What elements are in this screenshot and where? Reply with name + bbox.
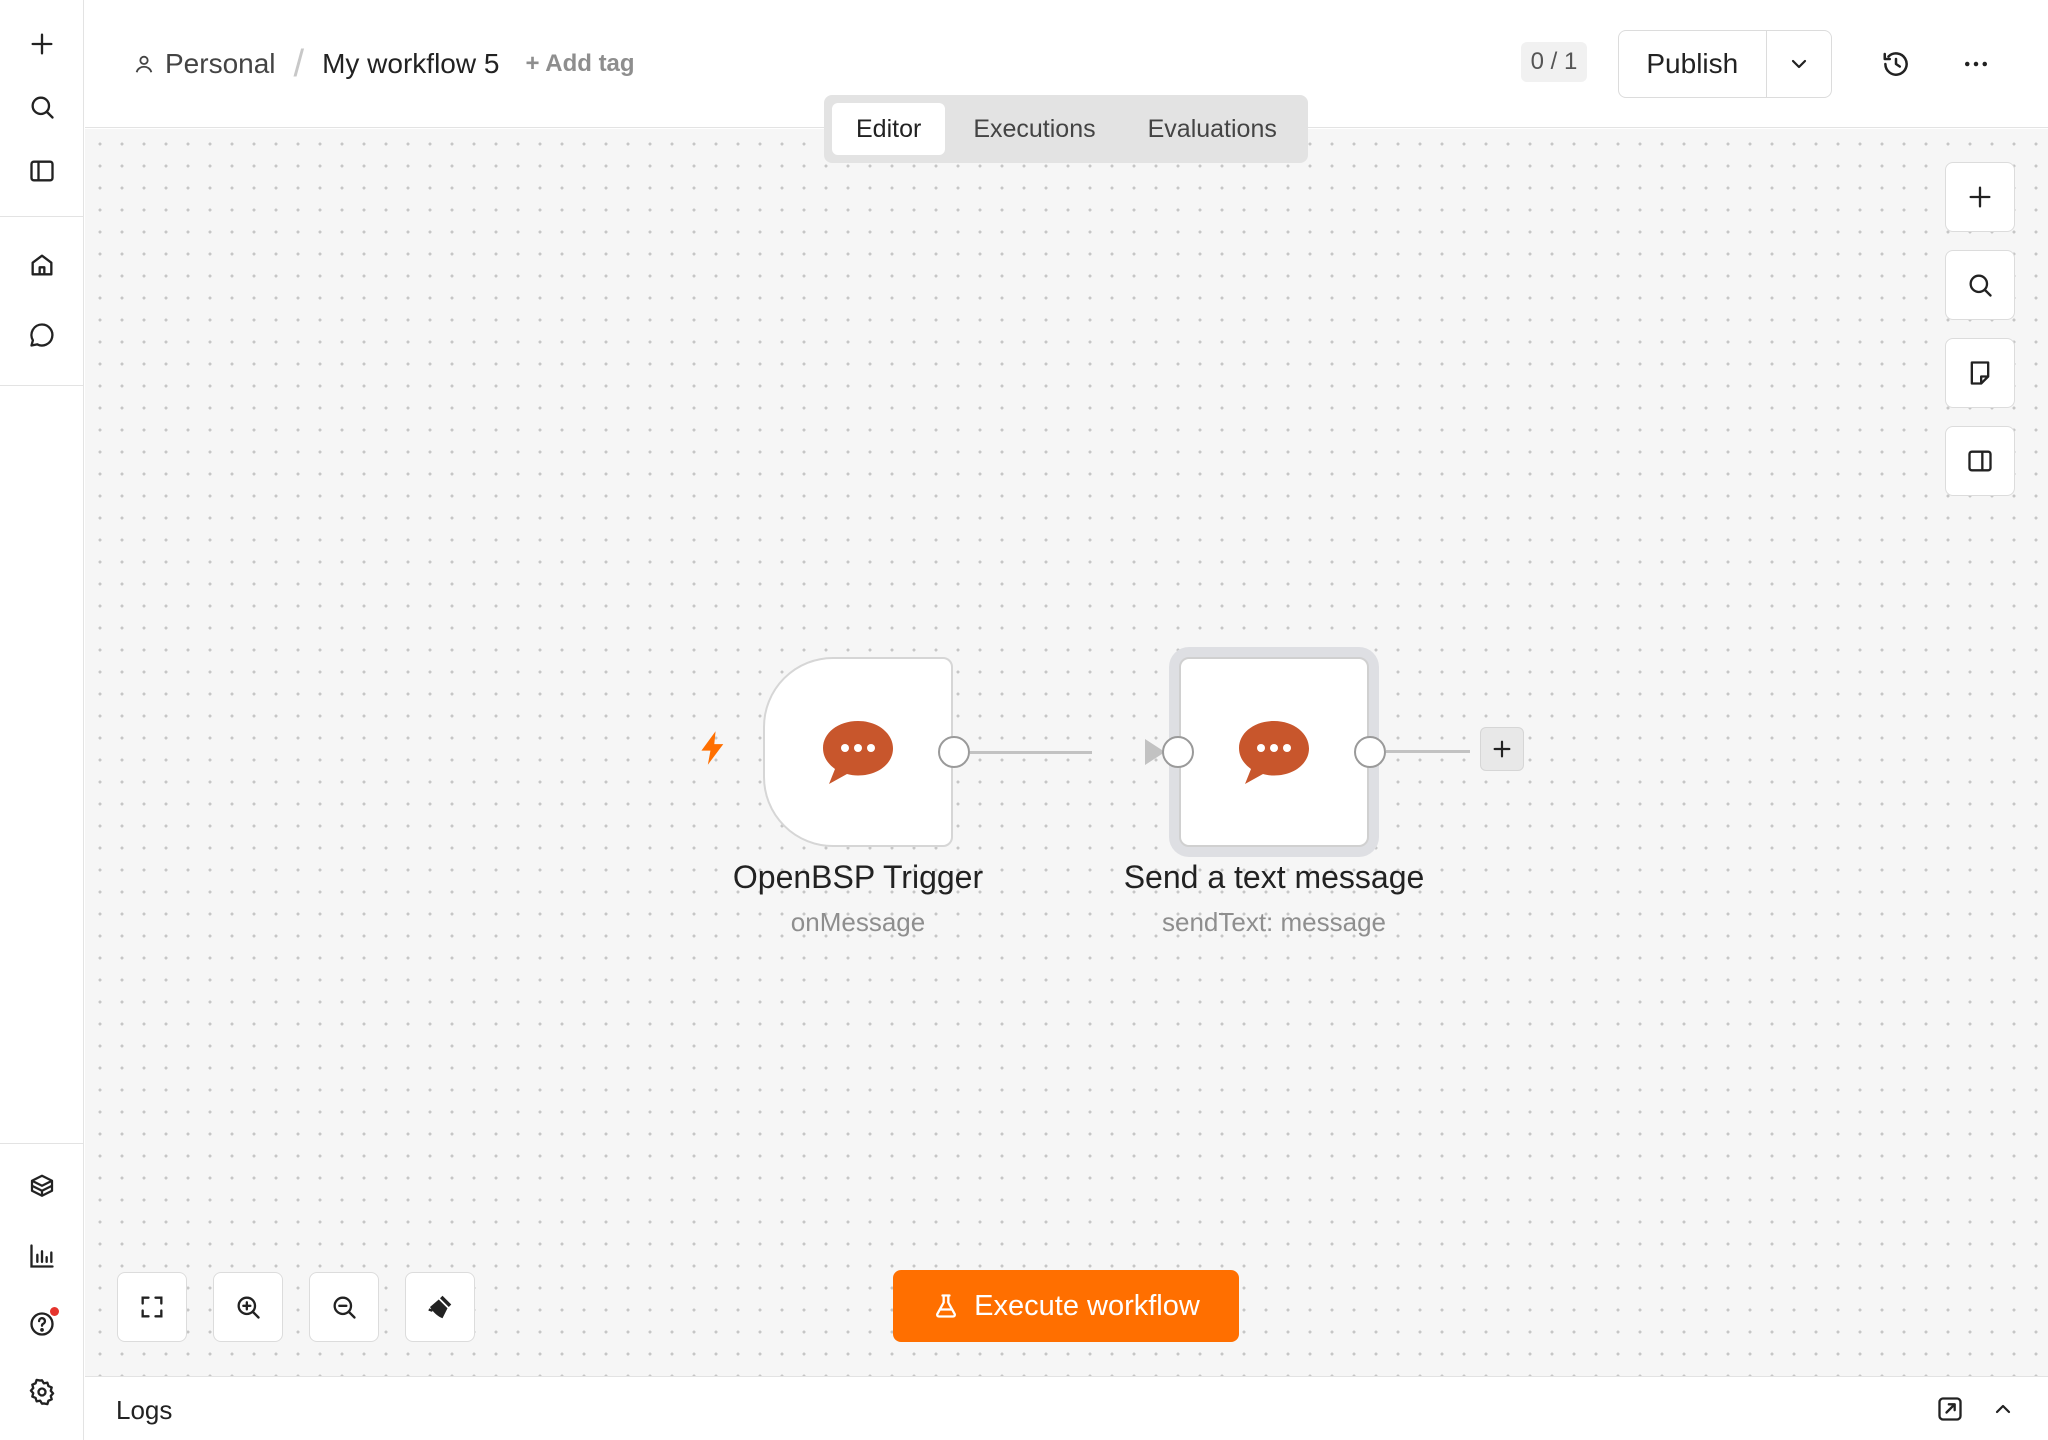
chevron-down-icon xyxy=(1791,59,1806,69)
publish-button-group: Publish xyxy=(1618,30,1832,98)
history-button[interactable] xyxy=(1872,40,1920,88)
publish-button[interactable]: Publish xyxy=(1619,31,1766,97)
chevron-up-icon xyxy=(1995,1404,2011,1414)
zoom-in-button[interactable] xyxy=(213,1272,283,1342)
more-horizontal-icon xyxy=(1965,61,1987,67)
output-handle[interactable] xyxy=(938,736,970,768)
node-subtitle: onMessage xyxy=(790,907,926,937)
search-button[interactable] xyxy=(17,82,67,132)
flask-icon xyxy=(936,1294,957,1318)
zoom-out-icon xyxy=(333,1296,356,1319)
chat-bubble-dots-icon xyxy=(1239,721,1309,784)
node-openbsp-trigger[interactable] xyxy=(763,657,953,847)
breadcrumb: Personal / My workflow 5 + Add tag xyxy=(133,42,635,86)
sidebar-panel-icon xyxy=(30,160,54,182)
tab-editor[interactable]: Editor xyxy=(832,103,946,155)
plus-icon xyxy=(1493,740,1511,758)
execute-workflow-button[interactable]: Execute workflow xyxy=(893,1270,1239,1342)
workflow-canvas[interactable]: OpenBSP Trigger onMessage Send a text me… xyxy=(85,129,2048,1376)
panel-right-icon xyxy=(1968,450,1992,472)
node-label: OpenBSP Trigger xyxy=(732,859,984,895)
project-name: Personal xyxy=(165,48,276,79)
add-tag-button[interactable]: + Add tag xyxy=(525,50,634,78)
fit-view-button[interactable] xyxy=(117,1272,187,1342)
node-send-text-message[interactable] xyxy=(1179,657,1369,847)
note-icon xyxy=(1970,361,1990,385)
sidebar-divider xyxy=(0,216,84,217)
more-options-button[interactable] xyxy=(1952,40,2000,88)
sidebar-divider xyxy=(0,385,84,386)
tab-executions[interactable]: Executions xyxy=(949,103,1119,155)
create-button[interactable] xyxy=(17,19,67,69)
external-link-icon xyxy=(1938,1397,1962,1421)
toggle-sidebar-button[interactable] xyxy=(17,146,67,196)
execute-workflow-label: Execute workflow xyxy=(974,1289,1200,1322)
history-icon xyxy=(1883,52,1908,76)
plus-icon xyxy=(31,33,53,55)
zoom-in-icon xyxy=(237,1296,260,1319)
project-link[interactable]: Personal xyxy=(133,48,276,80)
fullscreen-icon xyxy=(141,1296,163,1318)
input-handle[interactable] xyxy=(1162,736,1194,768)
toggle-panel-button[interactable] xyxy=(1945,426,2015,496)
workflow-name[interactable]: My workflow 5 xyxy=(322,48,499,80)
user-icon xyxy=(135,55,153,73)
pop-out-logs-button[interactable] xyxy=(1932,1391,1968,1427)
chat-bubble-dots-icon xyxy=(823,721,893,784)
breadcrumb-separator: / xyxy=(293,42,305,85)
search-icon xyxy=(1969,274,1992,297)
node-label: Send a text message xyxy=(1123,859,1425,895)
box-icon xyxy=(30,1174,54,1197)
chat-button[interactable] xyxy=(17,310,67,360)
bar-chart-icon xyxy=(30,1244,54,1268)
node-connection[interactable] xyxy=(970,751,1092,754)
active-counter-badge: 0 / 1 xyxy=(1521,42,1587,82)
logs-panel[interactable]: Logs xyxy=(85,1376,2048,1440)
lightning-bolt-icon xyxy=(701,731,724,765)
sidebar-divider xyxy=(0,1143,84,1144)
search-icon xyxy=(31,96,54,119)
home-button[interactable] xyxy=(17,240,67,290)
expand-logs-button[interactable] xyxy=(1985,1391,2021,1427)
search-nodes-button[interactable] xyxy=(1945,250,2015,320)
node-subtitle: sendText: message xyxy=(1161,907,1386,937)
view-tabs: Editor Executions Evaluations xyxy=(824,95,1308,163)
node-connection-stub xyxy=(1386,750,1470,753)
add-node-button[interactable] xyxy=(1945,162,2015,232)
settings-button[interactable] xyxy=(17,1367,67,1417)
templates-button[interactable] xyxy=(17,1162,67,1212)
gear-icon xyxy=(29,1378,55,1406)
home-icon xyxy=(31,254,53,276)
chat-bubble-icon xyxy=(30,323,54,347)
add-next-node-button[interactable] xyxy=(1480,727,1524,771)
notification-dot xyxy=(50,1307,59,1316)
plus-icon xyxy=(1969,186,1991,208)
help-button[interactable] xyxy=(17,1299,67,1349)
sticky-note-button[interactable] xyxy=(1945,338,2015,408)
zoom-out-button[interactable] xyxy=(309,1272,379,1342)
insights-button[interactable] xyxy=(17,1231,67,1281)
publish-options-button[interactable] xyxy=(1765,31,1831,97)
tidy-up-button[interactable] xyxy=(405,1272,475,1342)
broom-icon xyxy=(428,1295,452,1319)
output-handle[interactable] xyxy=(1354,736,1386,768)
logs-label: Logs xyxy=(116,1395,173,1425)
left-sidebar xyxy=(0,0,84,1440)
tab-evaluations[interactable]: Evaluations xyxy=(1124,103,1301,155)
